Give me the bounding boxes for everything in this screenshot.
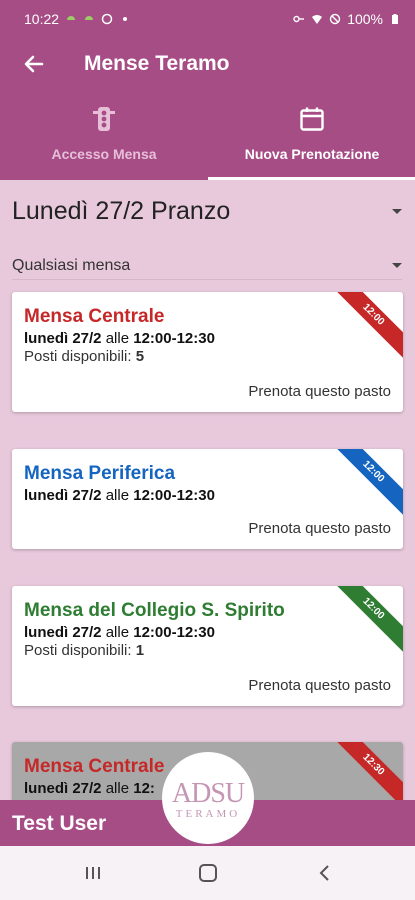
android-icon bbox=[85, 16, 94, 20]
user-name: Test User bbox=[12, 812, 107, 835]
status-time: 10:22 bbox=[24, 11, 60, 27]
available-seats: Posti disponibili: 5 bbox=[24, 348, 144, 365]
canteen-name: Mensa Centrale bbox=[24, 756, 165, 777]
seats-count: 1 bbox=[135, 642, 145, 659]
home-icon bbox=[199, 864, 217, 882]
arrow-left-icon bbox=[24, 55, 44, 73]
meal-dropdown-value: Lunedì 27/2 Pranzo bbox=[12, 196, 231, 225]
key-icon bbox=[293, 15, 305, 23]
meal-alle: alle bbox=[105, 780, 130, 797]
dot-icon bbox=[123, 17, 128, 21]
chevron-down-icon bbox=[392, 208, 402, 214]
book-meal-button[interactable]: Prenota questo pasto bbox=[248, 520, 391, 537]
available-seats: Posti disponibili: 1 bbox=[24, 642, 144, 659]
seats-label: Posti disponibili: bbox=[24, 642, 132, 659]
meal-time: 12: bbox=[133, 780, 155, 797]
canteen-dropdown-value: Qualsiasi mensa bbox=[12, 256, 131, 274]
app-bar: Mense Teramo Accesso Mensa Nuova Prenota… bbox=[0, 38, 415, 180]
battery-percent: 100% bbox=[347, 11, 383, 27]
meal-card[interactable]: Mensa Periferica lunedì 27/2 alle 12:00-… bbox=[12, 449, 403, 549]
adsu-logo: ADSU TERAMO bbox=[162, 752, 254, 844]
chevron-down-icon bbox=[392, 263, 402, 268]
meal-alle: alle bbox=[105, 330, 130, 347]
back-nav-button[interactable] bbox=[312, 860, 338, 886]
recent-apps-icon bbox=[86, 867, 100, 879]
dnd-icon bbox=[329, 13, 341, 25]
page-title: Mense Teramo bbox=[84, 52, 230, 75]
home-button[interactable] bbox=[195, 860, 221, 886]
canteen-name: Mensa Centrale bbox=[24, 306, 165, 327]
meal-datetime: lunedì 27/2 alle 12: bbox=[24, 780, 155, 797]
tab-nuova-prenotazione[interactable]: Nuova Prenotazione bbox=[208, 106, 415, 180]
traffic-light-icon bbox=[93, 107, 115, 131]
tab-label: Nuova Prenotazione bbox=[244, 146, 380, 162]
meal-datetime: lunedì 27/2 alle 12:00-12:30 bbox=[24, 330, 215, 347]
meal-card[interactable]: Mensa del Collegio S. Spirito lunedì 27/… bbox=[12, 586, 403, 706]
time-ribbon: 12:00 bbox=[324, 449, 403, 521]
circle-icon bbox=[101, 13, 113, 25]
status-bar: 10:22 100% bbox=[0, 0, 415, 38]
canteen-name: Mensa Periferica bbox=[24, 463, 176, 484]
calendar-icon bbox=[300, 107, 324, 131]
tab-label: Accesso Mensa bbox=[51, 146, 157, 162]
canteen-name: Mensa del Collegio S. Spirito bbox=[24, 600, 285, 621]
meal-date: lunedì 27/2 bbox=[24, 780, 102, 797]
meal-date: lunedì 27/2 bbox=[24, 624, 102, 641]
meal-time: 12:00-12:30 bbox=[133, 487, 215, 504]
meal-date: lunedì 27/2 bbox=[24, 330, 102, 347]
time-ribbon: 12:00 bbox=[324, 586, 403, 658]
battery-icon bbox=[392, 14, 398, 24]
logo-sub-text: TERAMO bbox=[175, 808, 241, 820]
book-meal-button[interactable]: Prenota questo pasto bbox=[248, 677, 391, 694]
wifi-icon bbox=[312, 15, 323, 24]
time-ribbon: 12:00 bbox=[324, 292, 403, 364]
meal-time: 12:00-12:30 bbox=[133, 330, 215, 347]
active-tab-indicator bbox=[208, 177, 415, 180]
tab-accesso-mensa[interactable]: Accesso Mensa bbox=[0, 106, 208, 180]
meal-alle: alle bbox=[105, 487, 130, 504]
meal-alle: alle bbox=[105, 624, 130, 641]
meal-card[interactable]: Mensa Centrale lunedì 27/2 alle 12:00-12… bbox=[12, 292, 403, 412]
meal-dropdown[interactable]: Lunedì 27/2 Pranzo bbox=[12, 192, 402, 230]
book-meal-button[interactable]: Prenota questo pasto bbox=[248, 383, 391, 400]
system-nav-bar bbox=[0, 846, 415, 900]
logo-main-text: ADSU bbox=[171, 778, 245, 809]
back-button[interactable] bbox=[20, 50, 48, 78]
meal-datetime: lunedì 27/2 alle 12:00-12:30 bbox=[24, 624, 215, 641]
seats-count: 5 bbox=[135, 348, 145, 365]
meal-time: 12:00-12:30 bbox=[133, 624, 215, 641]
chevron-left-icon bbox=[319, 865, 329, 881]
android-icon bbox=[67, 16, 76, 20]
seats-label: Posti disponibili: bbox=[24, 348, 132, 365]
recent-apps-button[interactable] bbox=[80, 860, 106, 886]
canteen-dropdown[interactable]: Qualsiasi mensa bbox=[12, 252, 402, 280]
meal-date: lunedì 27/2 bbox=[24, 487, 102, 504]
meal-datetime: lunedì 27/2 alle 12:00-12:30 bbox=[24, 487, 215, 504]
